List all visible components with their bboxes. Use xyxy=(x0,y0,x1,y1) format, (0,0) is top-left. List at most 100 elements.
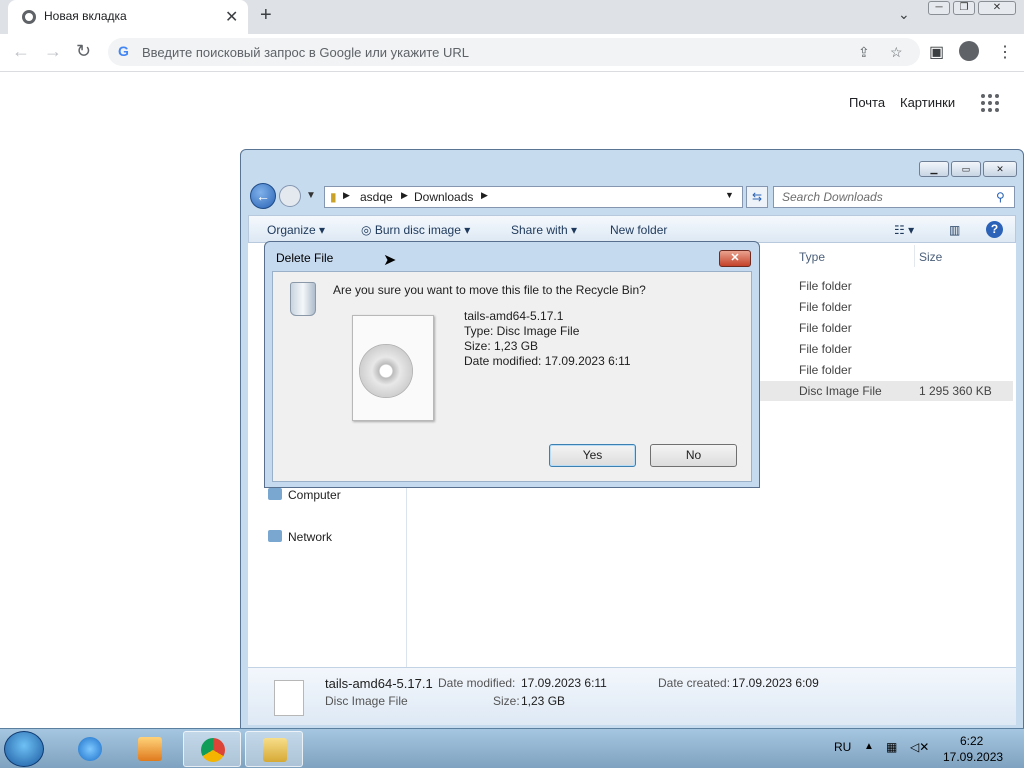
browser-tab[interactable]: Новая вкладка ✕ xyxy=(8,0,248,34)
back-arrow-icon[interactable]: ← xyxy=(12,41,30,62)
breadcrumb-asdqe[interactable]: asdqe xyxy=(360,190,393,204)
column-divider[interactable] xyxy=(914,245,915,267)
no-button[interactable]: No xyxy=(650,444,737,467)
restore-icon[interactable]: ❐ xyxy=(953,1,975,15)
profile-avatar[interactable] xyxy=(959,41,979,61)
clock-date[interactable]: 17.09.2023 xyxy=(943,750,1003,764)
language-indicator[interactable]: RU xyxy=(834,740,851,754)
organize-button[interactable]: Organize ▾ xyxy=(267,223,325,237)
tab-search-chevron-icon[interactable]: ⌄ xyxy=(898,6,910,23)
yes-button[interactable]: Yes xyxy=(549,444,636,467)
taskbar: RU ▲ ▦ ◁✕ 6:22 17.09.2023 xyxy=(0,728,1024,768)
explorer-close-icon[interactable]: ✕ xyxy=(983,161,1017,177)
dialog-file-type: Type: Disc Image File xyxy=(464,324,580,338)
gmail-link[interactable]: Почта xyxy=(849,95,885,110)
burn-disc-image-button[interactable]: ◎ Burn disc image ▾ xyxy=(361,223,470,237)
explorer-command-bar: Organize ▾ ◎ Burn disc image ▾ Share wit… xyxy=(248,215,1016,243)
close-window-icon[interactable]: ✕ xyxy=(978,1,1016,15)
dialog-title: Delete File xyxy=(276,251,334,265)
disc-icon xyxy=(359,344,413,398)
computer-icon xyxy=(268,488,282,500)
share-icon[interactable]: ⇪ xyxy=(858,44,870,61)
explorer-back-button[interactable]: ← xyxy=(250,183,276,209)
details-date-created: 17.09.2023 6:09 xyxy=(732,676,819,690)
taskbar-media-player[interactable] xyxy=(121,731,179,767)
file-row-size: 1 295 360 KB xyxy=(919,384,992,398)
search-downloads-input[interactable]: Search Downloads ⚲ xyxy=(773,186,1015,208)
taskbar-explorer[interactable] xyxy=(245,731,303,767)
nav-item-computer[interactable]: Computer xyxy=(268,488,341,502)
breadcrumb-arrow-icon[interactable]: ▶ xyxy=(343,190,350,201)
folder-icon: ▮ xyxy=(330,190,337,204)
side-panel-icon[interactable]: ▣ xyxy=(929,42,944,62)
column-header-size[interactable]: Size xyxy=(919,250,942,264)
tab-close-icon[interactable]: ✕ xyxy=(225,7,238,27)
explorer-forward-button[interactable] xyxy=(279,185,301,207)
search-icon[interactable]: ⚲ xyxy=(996,190,1005,204)
details-date-modified-label: Date modified: xyxy=(438,676,516,690)
media-player-icon xyxy=(138,737,162,761)
explorer-maximize-icon[interactable]: ▭ xyxy=(951,161,981,177)
dialog-question: Are you sure you want to move this file … xyxy=(333,283,646,297)
view-options-icon[interactable]: ☷ ▾ xyxy=(894,223,914,237)
address-dropdown-icon[interactable]: ▼ xyxy=(725,190,734,200)
google-icon: G xyxy=(118,43,129,59)
column-header-type[interactable]: Type xyxy=(799,250,825,264)
new-tab-icon[interactable]: + xyxy=(260,4,272,27)
dialog-file-name: tails-amd64-5.17.1 xyxy=(464,309,564,323)
chrome-icon xyxy=(201,738,225,762)
dialog-close-button[interactable]: ✕ xyxy=(719,250,751,267)
chrome-icon xyxy=(22,10,36,24)
network-tray-icon[interactable]: ▦ xyxy=(886,740,897,754)
volume-muted-icon[interactable]: ◁✕ xyxy=(910,740,929,754)
share-with-button[interactable]: Share with ▾ xyxy=(511,223,577,237)
disc-image-file-icon xyxy=(274,680,304,716)
bookmark-star-icon[interactable]: ☆ xyxy=(890,44,903,61)
menu-dots-icon[interactable]: ⋮ xyxy=(997,42,1013,62)
internet-explorer-icon xyxy=(78,737,102,761)
file-row-type: File folder xyxy=(799,279,852,293)
details-type: Disc Image File xyxy=(325,694,408,708)
explorer-minimize-icon[interactable]: ▁ xyxy=(919,161,949,177)
details-size-label: Size: xyxy=(493,694,520,708)
reload-icon[interactable]: ↻ xyxy=(76,41,91,62)
details-date-modified: 17.09.2023 6:11 xyxy=(521,676,607,690)
details-pane: tails-amd64-5.17.1 Disc Image File Date … xyxy=(248,667,1016,725)
history-dropdown-icon[interactable]: ▼ xyxy=(306,190,316,201)
breadcrumb-arrow-icon[interactable]: ▶ xyxy=(401,190,408,201)
folder-icon xyxy=(263,738,287,762)
clock-time[interactable]: 6:22 xyxy=(960,734,983,748)
disc-icon: ◎ xyxy=(361,223,372,237)
file-row-type: File folder xyxy=(799,342,852,356)
minimize-icon[interactable]: ─ xyxy=(928,1,950,15)
address-bar[interactable]: ▮ ▶ asdqe ▶ Downloads ▶ ▼ xyxy=(324,186,743,208)
browser-toolbar: ← → ↻ G Введите поисковый запрос в Googl… xyxy=(0,34,1024,72)
file-row-type: Disc Image File xyxy=(799,384,882,398)
file-row-type: File folder xyxy=(799,363,852,377)
network-icon xyxy=(268,530,282,542)
browser-tab-strip: Новая вкладка ✕ + ⌄ ─ ❐ ✕ xyxy=(0,0,1024,34)
images-link[interactable]: Картинки xyxy=(900,95,955,110)
omnibox[interactable]: G Введите поисковый запрос в Google или … xyxy=(108,38,920,66)
start-button[interactable] xyxy=(4,731,44,767)
mouse-cursor-icon: ➤ xyxy=(383,252,397,269)
details-size: 1,23 GB xyxy=(521,694,566,708)
file-row-type: File folder xyxy=(799,300,852,314)
nav-item-network[interactable]: Network xyxy=(268,530,332,544)
new-folder-button[interactable]: New folder xyxy=(610,223,667,237)
help-icon[interactable]: ? xyxy=(986,221,1003,238)
details-filename: tails-amd64-5.17.1 xyxy=(325,676,433,691)
taskbar-chrome[interactable] xyxy=(183,731,241,767)
refresh-icon[interactable]: ⇆ xyxy=(746,186,768,208)
preview-pane-icon[interactable]: ▥ xyxy=(949,223,960,237)
breadcrumb-arrow-icon[interactable]: ▶ xyxy=(481,190,488,201)
delete-file-dialog: Delete File ✕ Are you sure you want to m… xyxy=(264,241,760,488)
forward-arrow-icon[interactable]: → xyxy=(44,41,62,62)
breadcrumb-downloads[interactable]: Downloads xyxy=(414,190,473,204)
dialog-body: Are you sure you want to move this file … xyxy=(272,271,752,482)
taskbar-internet-explorer[interactable] xyxy=(61,731,119,767)
dialog-file-size: Size: 1,23 GB xyxy=(464,339,539,353)
tab-title: Новая вкладка xyxy=(44,9,127,23)
apps-grid-icon[interactable] xyxy=(981,94,999,112)
tray-expand-icon[interactable]: ▲ xyxy=(864,741,874,752)
